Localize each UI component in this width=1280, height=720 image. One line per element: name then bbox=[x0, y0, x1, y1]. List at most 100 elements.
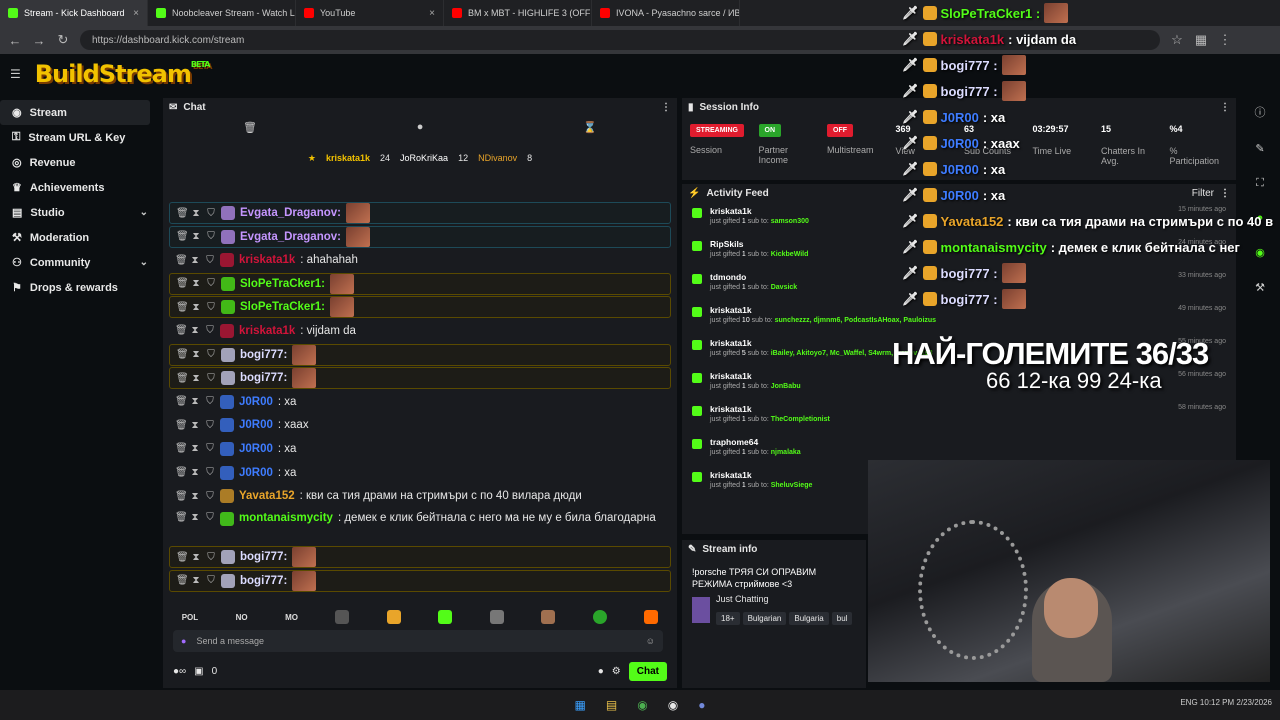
chat-username[interactable]: Evgata_Draganov: bbox=[240, 207, 341, 219]
trash-icon[interactable]: 🗑 bbox=[176, 208, 189, 219]
shield-icon[interactable]: ⛉ bbox=[205, 443, 215, 454]
chat-username[interactable]: Yavata152 bbox=[239, 490, 295, 502]
windows-start-icon[interactable]: ▦ bbox=[575, 698, 586, 712]
emote-tab[interactable]: POL bbox=[182, 613, 198, 622]
browser-tab[interactable]: Stream - Kick Dashboard × bbox=[0, 0, 148, 26]
chat-username[interactable]: SloPeTraCker1: bbox=[240, 301, 325, 313]
browser-tab[interactable]: Noobcleaver Stream - Watch Li× bbox=[148, 0, 296, 26]
status-pill[interactable]: OFF bbox=[827, 124, 853, 137]
chat-message[interactable]: 🗑 ⧗ ⛉ montanaismycity: демек е клик бейтнал… bbox=[169, 509, 671, 545]
emote-tab[interactable]: MO bbox=[285, 613, 298, 622]
shield-icon[interactable]: ⛉ bbox=[205, 467, 215, 478]
chat-bubble-icon[interactable]: ● bbox=[598, 666, 604, 677]
chat-message[interactable]: 🗑 ⧗ ⛉ kriskata1k: vijdam da bbox=[169, 320, 671, 342]
timeout-icon[interactable]: ⧗ bbox=[191, 302, 201, 313]
back-icon[interactable]: ← bbox=[8, 33, 22, 48]
stream-tag[interactable]: Bulgarian bbox=[742, 612, 787, 625]
chat-message[interactable]: 🗑 ⧗ ⛉ Evgata_Draganov: bbox=[169, 225, 671, 248]
emote-icon[interactable] bbox=[335, 610, 350, 624]
timeout-icon[interactable]: ⧗ bbox=[191, 349, 201, 360]
trash-icon[interactable]: 🗑 bbox=[176, 349, 189, 360]
chat-message[interactable]: 🗑 ⧗ ⛉ SloPeTraCker1: bbox=[169, 296, 671, 319]
chat-username[interactable]: SloPeTraCker1: bbox=[240, 278, 325, 290]
chat-message[interactable]: 🗑 ⧗ ⛉ bogi777: bbox=[169, 343, 671, 366]
chat-username[interactable]: bogi777: bbox=[240, 551, 287, 563]
trash-icon[interactable]: 🗑 bbox=[175, 396, 188, 407]
shield-icon[interactable]: ⛉ bbox=[206, 302, 216, 313]
hourglass-icon[interactable]: ⌛ bbox=[583, 121, 597, 134]
timeout-icon[interactable]: ⧗ bbox=[190, 325, 200, 336]
emote-icon[interactable] bbox=[592, 610, 607, 624]
browser-tab[interactable]: IVONA - Pyasachno sarce / ИВ× bbox=[592, 0, 740, 26]
trash-icon[interactable]: 🗑 bbox=[176, 302, 189, 313]
shield-icon[interactable]: ⛉ bbox=[206, 349, 216, 360]
trash-icon[interactable]: 🗑 bbox=[176, 231, 189, 242]
chrome-icon[interactable]: ◉ bbox=[637, 698, 647, 712]
shield-icon[interactable]: ⛉ bbox=[205, 512, 215, 523]
shield-icon[interactable]: ⛉ bbox=[206, 575, 216, 586]
chat-message[interactable]: 🗑 ⧗ ⛉ kriskata1k: ahahahah bbox=[169, 249, 671, 271]
sidebar-item[interactable]: ▤ Studio ⌄ bbox=[0, 200, 160, 225]
chat-username[interactable]: J0R00 bbox=[239, 419, 273, 431]
send-chat-button[interactable]: Chat bbox=[628, 661, 667, 681]
chat-username[interactable]: J0R00 bbox=[239, 396, 273, 408]
trash-icon[interactable]: 🗑 bbox=[243, 121, 257, 134]
chevron-down-icon[interactable]: ⌄ bbox=[140, 257, 148, 268]
timeout-icon[interactable]: ⧗ bbox=[191, 373, 201, 384]
trash-icon[interactable]: 🗑 bbox=[175, 467, 188, 478]
chat-username[interactable]: bogi777: bbox=[240, 575, 287, 587]
timeout-icon[interactable]: ⧗ bbox=[191, 208, 201, 219]
chat-message[interactable]: 🗑 ⧗ ⛉ Evgata_Draganov: bbox=[169, 202, 671, 224]
emote-icon[interactable] bbox=[438, 610, 453, 624]
chat-message[interactable]: 🗑 ⧗ ⛉ J0R00: xa bbox=[169, 391, 671, 413]
status-pill[interactable]: ON bbox=[758, 124, 781, 137]
shield-icon[interactable]: ⛉ bbox=[205, 420, 215, 431]
shield-icon[interactable]: ⛉ bbox=[206, 552, 216, 563]
trash-icon[interactable]: 🗑 bbox=[175, 325, 188, 336]
emote-icon[interactable] bbox=[386, 610, 401, 624]
discord-icon[interactable]: ● bbox=[698, 698, 705, 712]
timeout-icon[interactable]: ⧗ bbox=[191, 231, 201, 242]
forward-icon[interactable]: → bbox=[32, 33, 46, 48]
obs-icon[interactable]: ◉ bbox=[668, 698, 678, 712]
users-icon[interactable]: ●∞ bbox=[173, 666, 186, 677]
sidebar-item[interactable]: ♛ Achievements bbox=[0, 175, 160, 200]
chat-username[interactable]: kriskata1k bbox=[239, 325, 295, 337]
timeout-icon[interactable]: ⧗ bbox=[190, 420, 200, 431]
trash-icon[interactable]: 🗑 bbox=[176, 575, 189, 586]
timeout-icon[interactable]: ⧗ bbox=[190, 396, 200, 407]
emoji-icon[interactable]: ☺ bbox=[646, 636, 655, 646]
shield-icon[interactable]: ⛉ bbox=[206, 231, 216, 242]
emote-icon[interactable] bbox=[541, 610, 556, 624]
hamburger-icon[interactable]: ☰ bbox=[10, 67, 21, 81]
trash-icon[interactable]: 🗑 bbox=[175, 420, 188, 431]
sidebar-item[interactable]: ⚑ Drops & rewards bbox=[0, 275, 160, 300]
shield-icon[interactable]: ⛉ bbox=[206, 278, 216, 289]
timeout-icon[interactable]: ⧗ bbox=[190, 491, 200, 502]
chat-message[interactable]: 🗑 ⧗ ⛉ bogi777: bbox=[169, 367, 671, 390]
chat-username[interactable]: bogi777: bbox=[240, 349, 287, 361]
timeout-icon[interactable]: ⧗ bbox=[190, 255, 200, 266]
shield-icon[interactable]: ⛉ bbox=[205, 491, 215, 502]
shield-icon[interactable]: ⛉ bbox=[205, 396, 215, 407]
chat-input[interactable]: ● Send a message ☺ bbox=[173, 630, 663, 652]
sidebar-item[interactable]: ⚿ Stream URL & Key bbox=[0, 125, 160, 150]
emote-tab[interactable]: NO bbox=[236, 613, 248, 622]
timeout-icon[interactable]: ⧗ bbox=[190, 467, 200, 478]
browser-tab[interactable]: BM x MBT - HIGHLIFE 3 (OFFIC× bbox=[444, 0, 592, 26]
sidebar-item[interactable]: ⚇ Community ⌄ bbox=[0, 250, 160, 275]
chat-message[interactable]: 🗑 ⧗ ⛉ bogi777: bbox=[169, 546, 671, 569]
emote-icon[interactable] bbox=[644, 610, 659, 624]
timeout-icon[interactable]: ⧗ bbox=[190, 512, 200, 523]
chat-message[interactable]: 🗑 ⧗ ⛉ J0R00: xaax bbox=[169, 414, 671, 436]
chat-username[interactable]: J0R00 bbox=[239, 443, 273, 455]
status-pill[interactable]: STREAMING bbox=[690, 124, 744, 137]
timeout-icon[interactable]: ⧗ bbox=[190, 443, 200, 454]
shield-icon[interactable]: ⛉ bbox=[206, 208, 216, 219]
trash-icon[interactable]: 🗑 bbox=[176, 552, 189, 563]
stream-tag[interactable]: Bulgaria bbox=[789, 612, 829, 625]
mic-icon[interactable]: ● bbox=[181, 636, 186, 646]
reload-icon[interactable]: ↻ bbox=[56, 32, 70, 48]
emote-icon[interactable] bbox=[489, 610, 504, 624]
trash-icon[interactable]: 🗑 bbox=[175, 443, 188, 454]
